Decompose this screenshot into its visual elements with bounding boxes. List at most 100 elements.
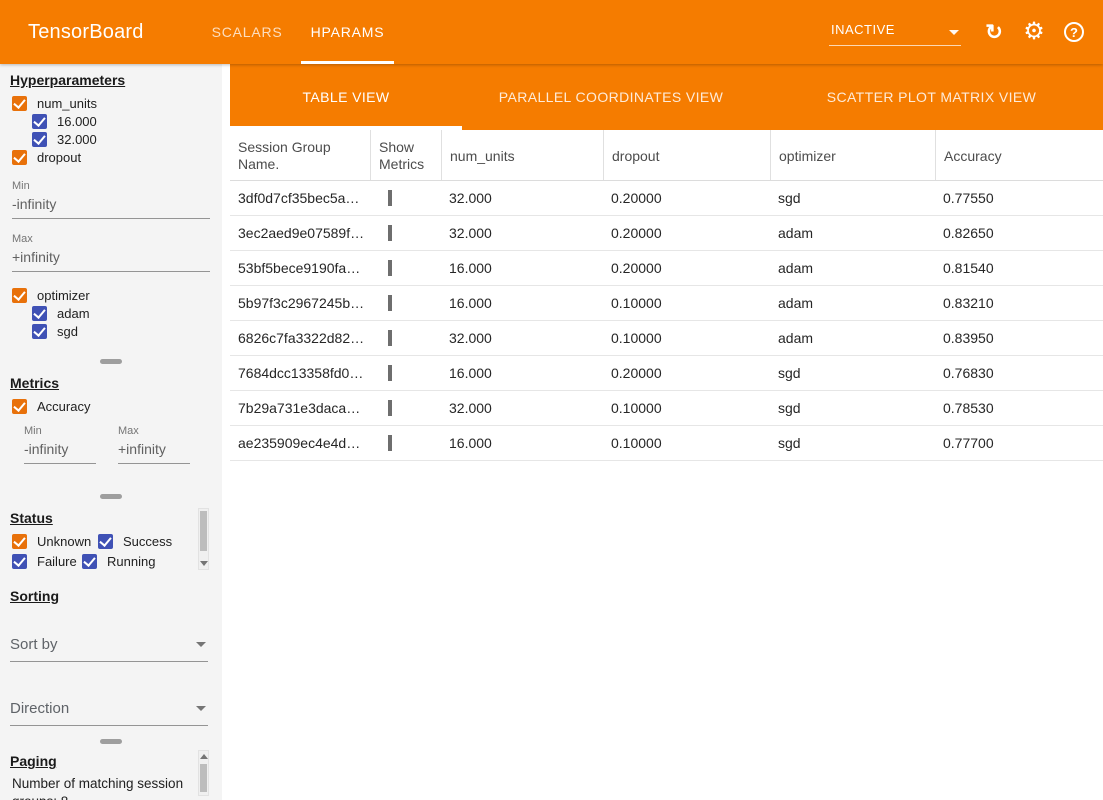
column-header-show-metrics: Show Metrics (370, 130, 441, 180)
scroll-down-arrow-icon[interactable] (200, 561, 208, 566)
table-row[interactable]: 5b97f3c2967245b… 16.000 0.10000 adam 0.8… (230, 286, 1103, 321)
reload-status-select[interactable]: INACTIVE (829, 18, 961, 46)
status-running-checkbox[interactable] (82, 554, 97, 569)
sort-by-select[interactable]: Sort by (10, 636, 208, 662)
show-metrics-checkbox[interactable] (388, 365, 392, 381)
session-group-name: 3df0d7cf35bec5a… (230, 190, 370, 206)
num-units-label: num_units (37, 96, 97, 111)
session-group-name: 6826c7fa3322d82… (230, 330, 370, 346)
column-header-session-group-name: Session Group Name. (230, 130, 370, 180)
paging-scrollbar[interactable] (198, 750, 209, 796)
refresh-icon: ↻ (985, 22, 1003, 43)
tab-hparams[interactable]: HPARAMS (297, 0, 399, 64)
num-units-checkbox[interactable] (12, 96, 27, 111)
show-metrics-checkbox[interactable] (388, 295, 392, 311)
num-units-cell: 32.000 (441, 400, 603, 416)
num-units-32-checkbox[interactable] (32, 132, 47, 147)
accuracy-cell: 0.77550 (935, 190, 1103, 206)
show-metrics-checkbox[interactable] (388, 330, 392, 346)
column-header-accuracy: Accuracy (935, 130, 1103, 180)
status-success-checkbox[interactable] (98, 534, 113, 549)
accuracy-cell: 0.76830 (935, 365, 1103, 381)
status-option-failure: Failure (12, 552, 82, 571)
accuracy-cell: 0.83210 (935, 295, 1103, 311)
dropout-cell: 0.20000 (603, 225, 770, 241)
table-row[interactable]: 3ec2aed9e07589f… 32.000 0.20000 adam 0.8… (230, 216, 1103, 251)
optimizer-adam-checkbox[interactable] (32, 306, 47, 321)
view-tabs: TABLE VIEW PARALLEL COORDINATES VIEW SCA… (230, 64, 1103, 130)
optimizer-cell: adam (770, 225, 935, 241)
accuracy-cell: 0.83950 (935, 330, 1103, 346)
status-heading: Status (10, 510, 222, 526)
dropout-min-input[interactable]: -infinity (12, 196, 56, 212)
sort-by-value: Sort by (10, 636, 58, 653)
dropout-max-input[interactable]: +infinity (12, 249, 60, 265)
settings-button[interactable]: ⚙ (1021, 19, 1047, 45)
accuracy-cell: 0.78530 (935, 400, 1103, 416)
dropout-cell: 0.10000 (603, 295, 770, 311)
optimizer-cell: adam (770, 260, 935, 276)
dropout-min-field: Min -infinity (12, 180, 210, 219)
dropout-checkbox[interactable] (12, 150, 27, 165)
show-metrics-checkbox[interactable] (388, 225, 392, 241)
dropout-min-label: Min (12, 180, 210, 192)
status-option-running: Running (82, 552, 178, 571)
optimizer-sgd-checkbox[interactable] (32, 324, 47, 339)
metric-max-input[interactable]: +infinity (118, 441, 166, 457)
optimizer-cell: sgd (770, 365, 935, 381)
metric-min-label: Min (24, 425, 96, 437)
table-row[interactable]: 7b29a731e3daca… 32.000 0.10000 sgd 0.785… (230, 391, 1103, 426)
dropout-cell: 0.20000 (603, 260, 770, 276)
view-tab-scatter-plot-matrix[interactable]: SCATTER PLOT MATRIX VIEW (760, 64, 1103, 130)
hyperparameters-pane: Hyperparameters num_units 16.000 32.000 … (0, 64, 222, 356)
status-scrollbar[interactable] (198, 508, 209, 570)
pane-resize-handle[interactable] (100, 739, 122, 744)
table-row[interactable]: 3df0d7cf35bec5a… 32.000 0.20000 sgd 0.77… (230, 181, 1103, 216)
show-metrics-checkbox[interactable] (388, 260, 392, 276)
status-failure-label: Failure (37, 554, 77, 569)
num-units-16-checkbox[interactable] (32, 114, 47, 129)
tab-scalars[interactable]: SCALARS (198, 0, 297, 64)
hparam-num-units-row: num_units (0, 94, 222, 112)
show-metrics-checkbox[interactable] (388, 435, 392, 451)
show-metrics-checkbox[interactable] (388, 400, 392, 416)
show-metrics-checkbox[interactable] (388, 190, 392, 206)
dropout-cell: 0.10000 (603, 435, 770, 451)
accuracy-label: Accuracy (37, 399, 90, 414)
accuracy-cell: 0.82650 (935, 225, 1103, 241)
num-units-value-row: 16.000 (0, 112, 222, 130)
scrollbar-thumb[interactable] (200, 764, 207, 792)
table-row[interactable]: 53bf5bece9190fa… 16.000 0.20000 adam 0.8… (230, 251, 1103, 286)
view-tab-table[interactable]: TABLE VIEW (230, 64, 462, 130)
optimizer-sgd-label: sgd (57, 324, 78, 339)
scrollbar-thumb[interactable] (200, 511, 207, 551)
status-unknown-checkbox[interactable] (12, 534, 27, 549)
table-row[interactable]: 7684dcc13358fd0… 16.000 0.20000 sgd 0.76… (230, 356, 1103, 391)
sorting-heading: Sorting (10, 588, 222, 604)
direction-value: Direction (10, 700, 69, 717)
pane-resize-handle[interactable] (100, 494, 122, 499)
dropout-cell: 0.20000 (603, 190, 770, 206)
help-button[interactable]: ? (1061, 19, 1087, 45)
accuracy-checkbox[interactable] (12, 399, 27, 414)
table-row[interactable]: 6826c7fa3322d82… 32.000 0.10000 adam 0.8… (230, 321, 1103, 356)
optimizer-checkbox[interactable] (12, 288, 27, 303)
top-app-bar: TensorBoard SCALARS HPARAMS INACTIVE ↻ ⚙… (0, 0, 1103, 64)
num-units-cell: 16.000 (441, 365, 603, 381)
refresh-button[interactable]: ↻ (981, 19, 1007, 45)
optimizer-cell: adam (770, 330, 935, 346)
session-group-name: ae235909ec4e4d… (230, 435, 370, 451)
table-row[interactable]: ae235909ec4e4d… 16.000 0.10000 sgd 0.777… (230, 426, 1103, 461)
direction-select[interactable]: Direction (10, 700, 208, 726)
pane-resize-handle[interactable] (100, 359, 122, 364)
chevron-down-icon (196, 642, 206, 647)
status-failure-checkbox[interactable] (12, 554, 27, 569)
view-tab-parallel-coordinates[interactable]: PARALLEL COORDINATES VIEW (462, 64, 760, 130)
metric-min-input[interactable]: -infinity (24, 441, 68, 457)
scroll-up-arrow-icon[interactable] (200, 754, 208, 759)
accuracy-cell: 0.81540 (935, 260, 1103, 276)
top-nav-tabs: SCALARS HPARAMS (198, 0, 399, 64)
optimizer-cell: adam (770, 295, 935, 311)
dropout-max-label: Max (12, 233, 210, 245)
hyperparameters-heading: Hyperparameters (10, 72, 222, 88)
